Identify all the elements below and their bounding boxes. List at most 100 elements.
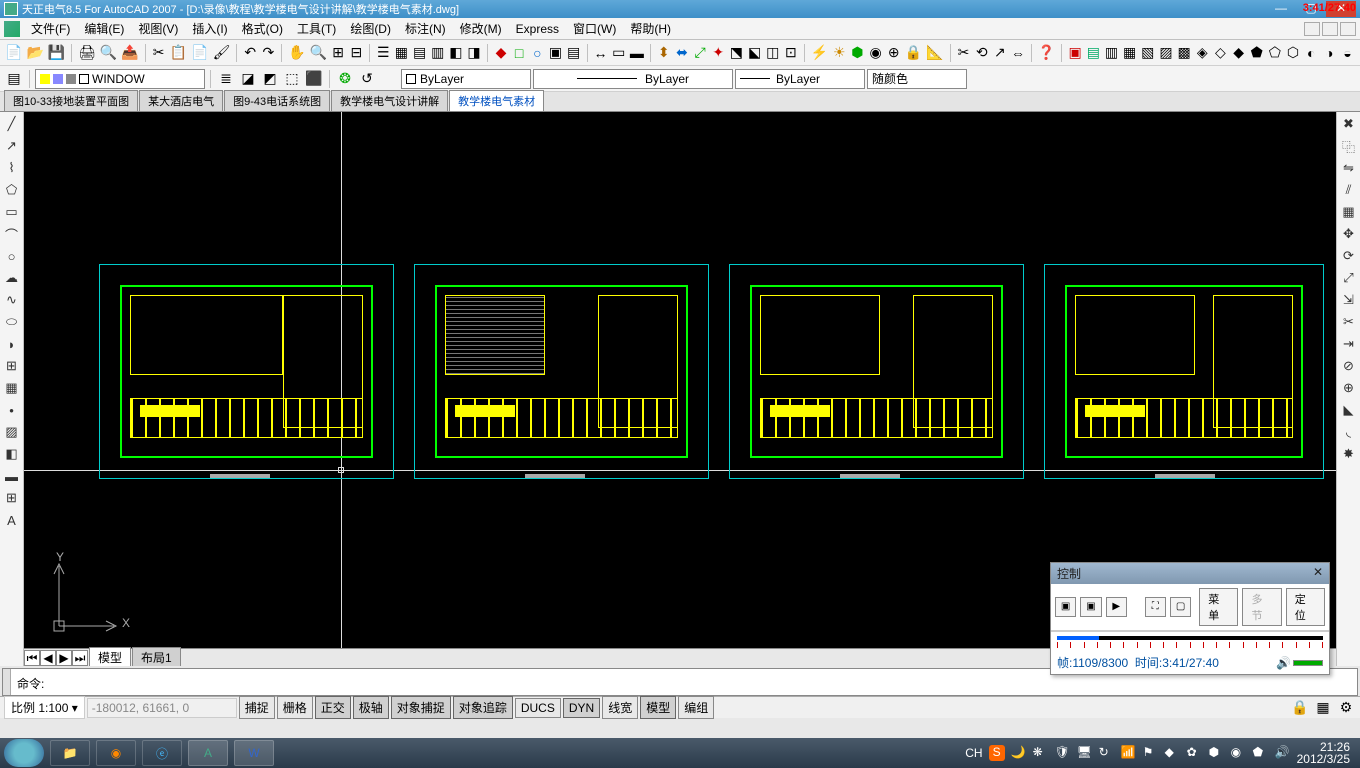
tool-d-icon[interactable]: ▣ (547, 43, 563, 63)
mod-c-icon[interactable]: ↗ (992, 43, 1008, 63)
tz-e-icon[interactable]: ⬔ (728, 43, 744, 63)
toggle-group[interactable]: 编组 (678, 696, 714, 719)
arc-icon[interactable]: ⌒ (2, 224, 22, 244)
ext-h-icon[interactable]: ◈ (1194, 43, 1210, 63)
mirror-icon[interactable]: ⇋ (1339, 158, 1359, 178)
menu-edit[interactable]: 编辑(E) (77, 18, 131, 39)
menu-draw[interactable]: 绘图(D) (343, 18, 398, 39)
layer-d-icon[interactable]: ⬚ (282, 69, 302, 89)
ext-o-icon[interactable]: ◑ (1321, 43, 1337, 63)
tool-a-icon[interactable]: ◆ (493, 43, 509, 63)
tz-g-icon[interactable]: ◫ (765, 43, 781, 63)
ray-icon[interactable]: ↗ (2, 136, 22, 156)
layerprev-icon[interactable]: ↺ (357, 69, 377, 89)
pan-icon[interactable]: ✋ (287, 43, 306, 63)
layout-first-icon[interactable]: ⏮ (24, 650, 40, 666)
control-panel-titlebar[interactable]: 控制 ✕ (1051, 563, 1329, 584)
layout-prev-icon[interactable]: ◀ (40, 650, 56, 666)
mod-a-icon[interactable]: ✂ (955, 43, 971, 63)
tray-b-icon[interactable]: ✿ (1187, 745, 1203, 761)
tray-monitor-icon[interactable]: 🖥 (1077, 745, 1093, 761)
ctrl-pause-icon[interactable]: ▣ (1080, 597, 1101, 617)
ext-l-icon[interactable]: ⬠ (1267, 43, 1283, 63)
toggle-dyn[interactable]: DYN (563, 698, 600, 718)
ctrl-progress-slider[interactable] (1051, 631, 1329, 651)
ctrl-full-icon[interactable]: ⛶ (1145, 597, 1166, 617)
ctrl-play-icon[interactable]: ▶ (1106, 597, 1127, 617)
mod-b-icon[interactable]: ⟲ (974, 43, 990, 63)
control-panel[interactable]: 控制 ✕ ▣ ▣ ▶ ⛶ ▢ 菜单 多节 定位 帧:1109/8300 时间:3… (1050, 562, 1330, 675)
layout-next-icon[interactable]: ▶ (56, 650, 72, 666)
ext-b-icon[interactable]: ▤ (1085, 43, 1101, 63)
toolpalette-icon[interactable]: ▤ (412, 43, 428, 63)
toggle-grid[interactable]: 栅格 (277, 696, 313, 719)
plotstyle-dropdown[interactable]: 随颜色 (867, 69, 967, 89)
tray-fan-icon[interactable]: ❋ (1033, 745, 1049, 761)
task-ie[interactable]: ⓔ (142, 740, 182, 766)
area-icon[interactable]: ▭ (611, 43, 627, 63)
menu-format[interactable]: 格式(O) (235, 18, 290, 39)
publish-icon[interactable]: 📤 (120, 43, 139, 63)
ext-g-icon[interactable]: ▩ (1176, 43, 1192, 63)
zoom-icon[interactable]: 🔍 (309, 43, 328, 63)
statusbar-icon-a[interactable]: 🔒 (1290, 698, 1310, 718)
array-icon[interactable]: ▦ (1339, 202, 1359, 222)
ctrl-window-icon[interactable]: ▢ (1170, 597, 1191, 617)
menu-modify[interactable]: 修改(M) (453, 18, 509, 39)
ext-k-icon[interactable]: ⬟ (1249, 43, 1265, 63)
toggle-model[interactable]: 模型 (640, 696, 676, 719)
copy-icon[interactable]: 📋 (169, 43, 188, 63)
offset-icon[interactable]: ⫽ (1339, 180, 1359, 200)
mdi-minimize[interactable] (1304, 22, 1320, 36)
tray-shield-icon[interactable]: 🛡 (1055, 745, 1071, 761)
layer-c-icon[interactable]: ◩ (260, 69, 280, 89)
spline-icon[interactable]: ∿ (2, 290, 22, 310)
markup-icon[interactable]: ◧ (448, 43, 464, 63)
cut-icon[interactable]: ✂ (151, 43, 167, 63)
tool-b-icon[interactable]: □ (511, 43, 527, 63)
designcenter-icon[interactable]: ▦ (393, 43, 409, 63)
matchprop-icon[interactable]: 🖌 (212, 43, 232, 63)
doc-tab-3[interactable]: 图9-43电话系统图 (224, 90, 330, 111)
toggle-snap[interactable]: 捕捉 (239, 696, 275, 719)
explode-icon[interactable]: ✸ (1339, 444, 1359, 464)
ext-p-icon[interactable]: ◒ (1339, 43, 1355, 63)
ctrl-locate-button[interactable]: 定位 (1286, 588, 1325, 626)
elec-g-icon[interactable]: 📐 (925, 43, 944, 63)
tz-b-icon[interactable]: ⬌ (674, 43, 690, 63)
tray-update-icon[interactable]: ↻ (1099, 745, 1115, 761)
polygon-icon[interactable]: ⬠ (2, 180, 22, 200)
redo-icon[interactable]: ↷ (260, 43, 276, 63)
elec-e-icon[interactable]: ⊕ (886, 43, 902, 63)
move-icon[interactable]: ✥ (1339, 224, 1359, 244)
toggle-lwt[interactable]: 线宽 (602, 696, 638, 719)
doc-tab-5[interactable]: 教学楼电气素材 (449, 90, 544, 111)
tray-net-icon[interactable]: 📶 (1121, 745, 1137, 761)
tz-c-icon[interactable]: ⤢ (692, 43, 708, 63)
tab-model[interactable]: 模型 (89, 647, 131, 666)
insert-icon[interactable]: ⊞ (2, 356, 22, 376)
ctrl-menu-button[interactable]: 菜单 (1199, 588, 1238, 626)
ext-f-icon[interactable]: ▨ (1158, 43, 1174, 63)
block-icon[interactable]: ▦ (2, 378, 22, 398)
menu-insert[interactable]: 插入(I) (185, 18, 234, 39)
line-icon[interactable]: ╱ (2, 114, 22, 134)
elec-c-icon[interactable]: ⬢ (849, 43, 865, 63)
linetype-dropdown[interactable]: ByLayer (533, 69, 733, 89)
ellipsearc-icon[interactable]: ◗ (2, 334, 22, 354)
calc-icon[interactable]: ◨ (466, 43, 482, 63)
elec-a-icon[interactable]: ⚡ (810, 43, 829, 63)
task-autocad[interactable]: A (188, 740, 228, 766)
task-explorer[interactable]: 📁 (50, 740, 90, 766)
doc-tab-4[interactable]: 教学楼电气设计讲解 (331, 90, 448, 111)
doc-tab-2[interactable]: 某大酒店电气 (139, 90, 223, 111)
break-icon[interactable]: ⊘ (1339, 356, 1359, 376)
copy2-icon[interactable]: ⿻ (1339, 136, 1359, 156)
properties-icon[interactable]: ☰ (375, 43, 391, 63)
layer-dropdown[interactable]: WINDOW (35, 69, 205, 89)
toggle-osnap[interactable]: 对象捕捉 (391, 696, 451, 719)
hatch-icon[interactable]: ▨ (2, 422, 22, 442)
fillet-icon[interactable]: ◟ (1339, 422, 1359, 442)
menu-window[interactable]: 窗口(W) (566, 18, 623, 39)
region-icon[interactable]: ▬ (2, 466, 22, 486)
